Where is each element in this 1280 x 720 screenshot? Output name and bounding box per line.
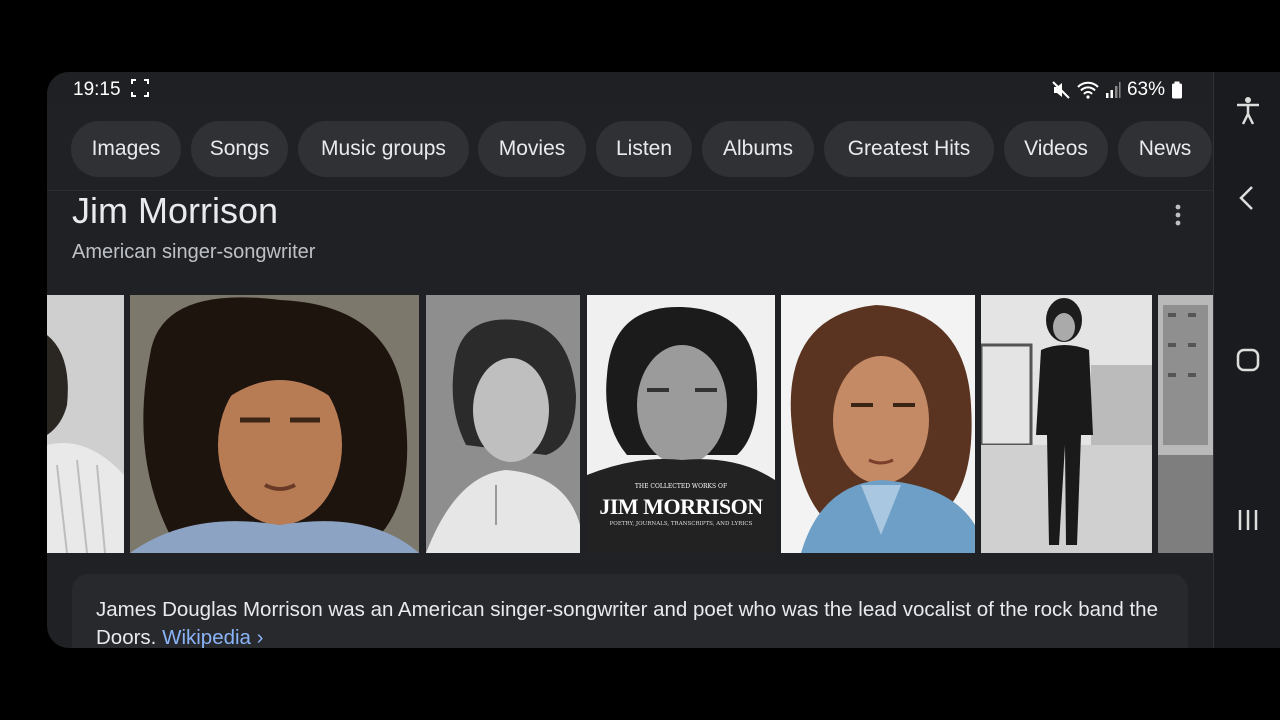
gallery-image-3[interactable] <box>426 295 580 553</box>
mute-icon <box>1051 80 1071 100</box>
gallery-image-5[interactable] <box>781 295 975 553</box>
phone-screen: 19:15 63% Images Songs Music groups Movi… <box>47 72 1280 648</box>
chip-music-groups[interactable]: Music groups <box>298 121 469 177</box>
chip-images[interactable]: Images <box>71 121 181 177</box>
status-bar: 19:15 63% <box>47 72 1213 106</box>
image-gallery: THE COLLECTED WORKS OF JIM MORRISON POET… <box>47 295 1213 553</box>
wikipedia-link-label: Wikipedia <box>162 626 251 648</box>
entity-title: Jim Morrison <box>72 190 279 231</box>
description-text: James Douglas Morrison was an American s… <box>96 596 1166 648</box>
description-card: James Douglas Morrison was an American s… <box>72 574 1188 648</box>
screenshot-corners-icon <box>131 78 149 104</box>
home-icon[interactable] <box>1232 344 1264 376</box>
chip-songs[interactable]: Songs <box>191 121 288 177</box>
recents-icon[interactable] <box>1232 504 1264 536</box>
gallery-image-7[interactable] <box>1158 295 1213 553</box>
chip-movies[interactable]: Movies <box>478 121 586 177</box>
battery-icon <box>1171 81 1183 99</box>
more-vert-icon[interactable] <box>1167 200 1189 230</box>
system-nav-bar <box>1213 72 1280 648</box>
wikipedia-link[interactable]: Wikipedia › <box>162 626 263 648</box>
chip-news[interactable]: News <box>1118 121 1212 177</box>
chip-greatest-hits[interactable]: Greatest Hits <box>824 121 994 177</box>
chip-listen[interactable]: Listen <box>596 121 692 177</box>
chip-albums[interactable]: Albums <box>702 121 814 177</box>
chevron-right-icon: › <box>256 626 264 648</box>
chip-videos[interactable]: Videos <box>1004 121 1108 177</box>
book-cover-subtitle: POETRY, JOURNALS, TRANSCRIPTS, AND LYRIC… <box>609 521 753 527</box>
signal-icon <box>1105 81 1121 99</box>
entity-subtitle: American singer-songwriter <box>72 241 316 263</box>
wifi-icon <box>1077 81 1099 99</box>
gallery-image-6[interactable] <box>981 295 1152 553</box>
gallery-image-1[interactable] <box>47 295 124 553</box>
gallery-image-book-cover[interactable]: THE COLLECTED WORKS OF JIM MORRISON POET… <box>587 295 775 553</box>
book-cover-small-title: THE COLLECTED WORKS OF <box>634 483 728 490</box>
status-time: 19:15 <box>73 79 121 100</box>
battery-percent: 63% <box>1126 79 1165 100</box>
filter-chips-bar: Images Songs Music groups Movies Listen … <box>47 106 1213 191</box>
book-cover-title: JIM MORRISON <box>599 494 763 519</box>
accessibility-icon[interactable] <box>1232 94 1264 126</box>
back-icon[interactable] <box>1232 182 1264 214</box>
status-icons: 63% <box>1051 79 1183 101</box>
gallery-image-2[interactable] <box>130 295 419 553</box>
